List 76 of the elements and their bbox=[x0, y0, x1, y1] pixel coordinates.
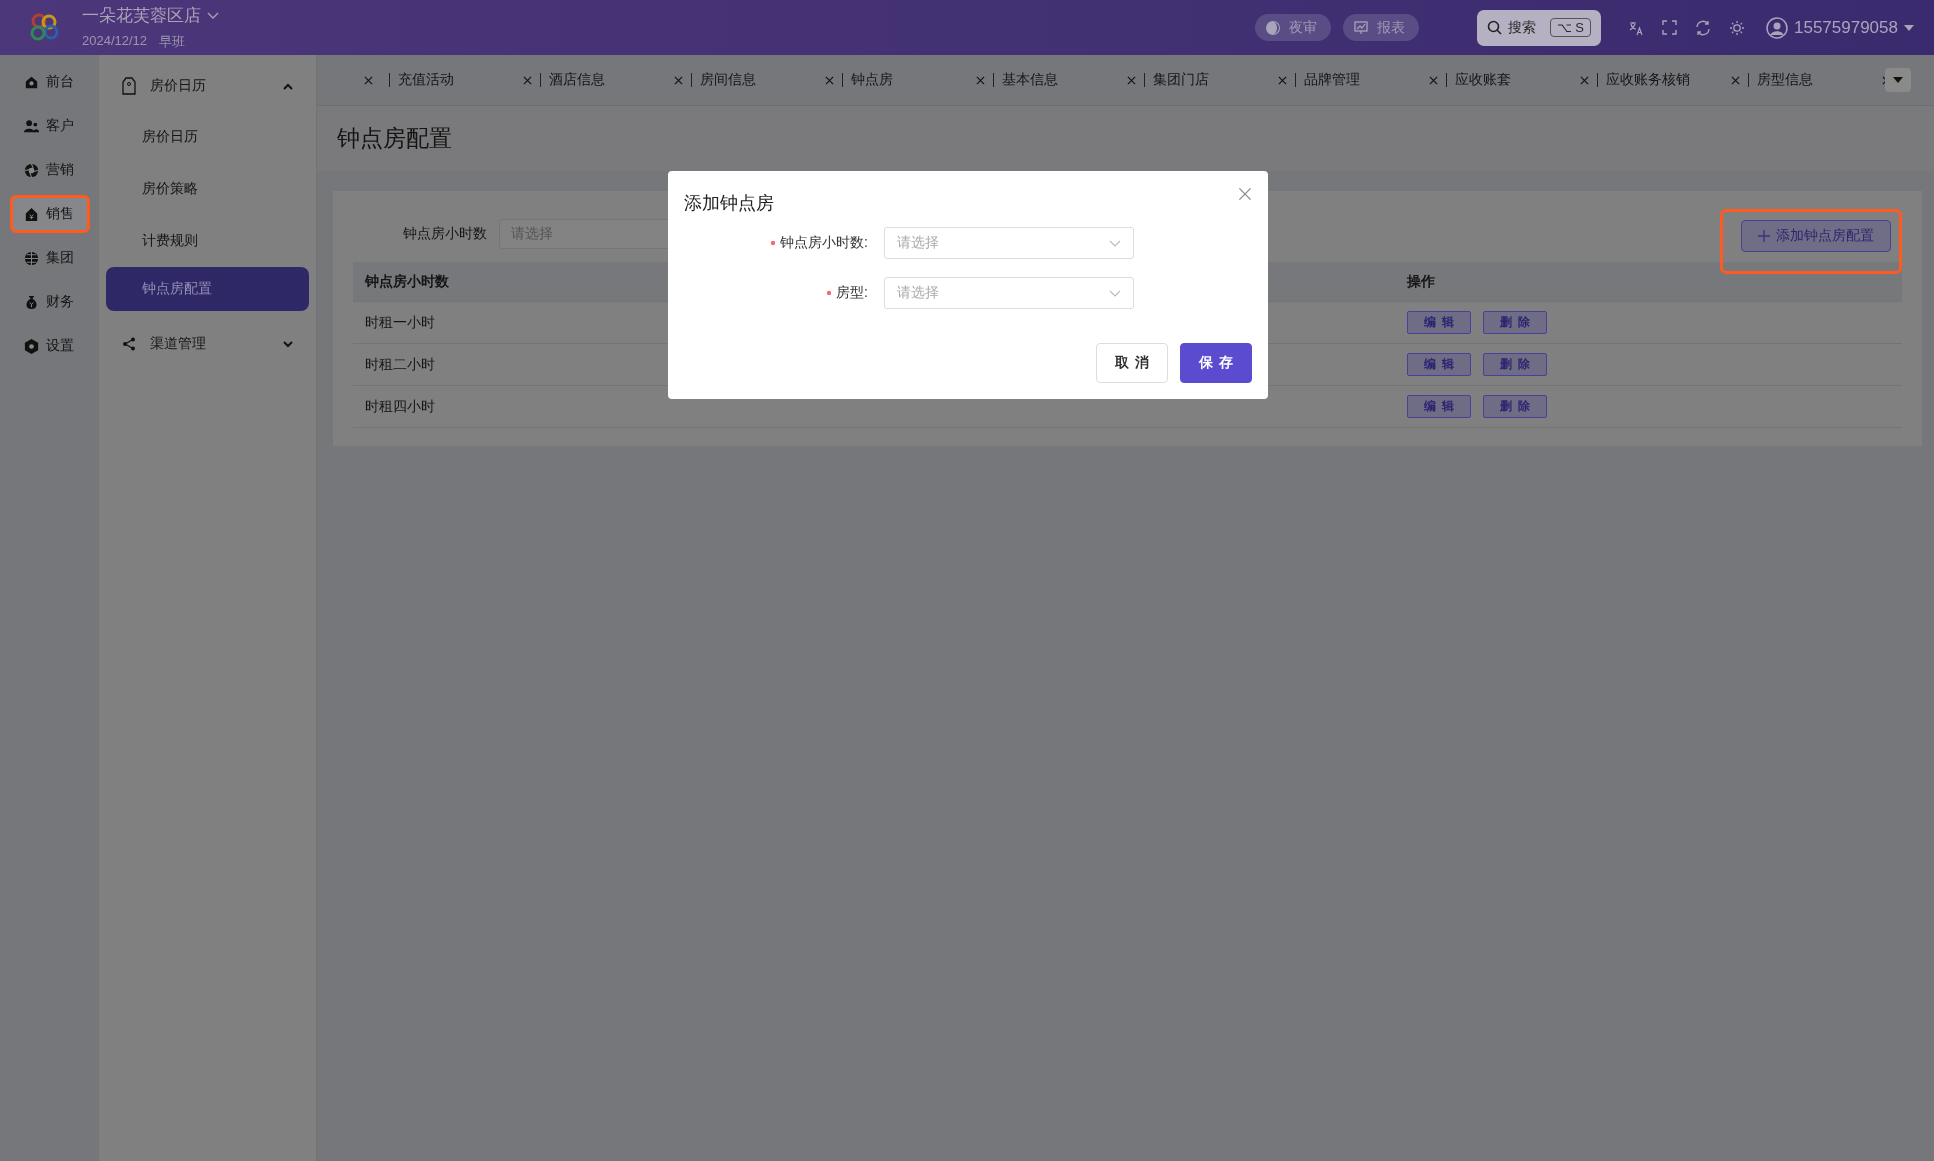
column-header: 钟点房小时数 bbox=[363, 272, 450, 291]
fullscreen-icon[interactable] bbox=[1662, 20, 1677, 35]
user-phone[interactable]: 15575979058 bbox=[1794, 17, 1898, 38]
menu-group[interactable]: 房价日历 bbox=[106, 61, 309, 111]
close-button[interactable] bbox=[1238, 187, 1252, 201]
page-tab[interactable]: 酒店信息 bbox=[549, 71, 666, 89]
add-button[interactable]: 添加钟点房配置 bbox=[1741, 220, 1891, 252]
avatar-icon[interactable] bbox=[1766, 16, 1788, 39]
table-cell-text: 时租二小时 bbox=[364, 355, 436, 374]
nav-item[interactable]: 客户 bbox=[9, 107, 90, 145]
tabs-menu-button[interactable] bbox=[1885, 68, 1911, 92]
page-title: 钟点房配置 bbox=[337, 124, 452, 153]
store-name[interactable]: 一朵花芙蓉区店 bbox=[82, 4, 201, 27]
search-label: 搜索 bbox=[1507, 18, 1536, 37]
nav-icon bbox=[22, 161, 40, 179]
shift-label: 早班 bbox=[159, 33, 186, 51]
chevron-down-icon bbox=[283, 340, 293, 348]
header-button[interactable]: 报表 bbox=[1342, 14, 1419, 41]
table-cell-text: 时租一小时 bbox=[364, 313, 436, 332]
search-icon bbox=[1486, 20, 1502, 35]
page-tab[interactable]: 充值活动 bbox=[398, 71, 515, 89]
nav-item[interactable]: 财务 bbox=[9, 283, 90, 321]
nav-item[interactable]: 设置 bbox=[9, 327, 90, 365]
plus-icon bbox=[1758, 230, 1770, 242]
nav-icon bbox=[22, 117, 40, 135]
nav-item[interactable]: 销售 bbox=[9, 195, 90, 233]
submenu-item[interactable]: 房价日历 bbox=[106, 111, 309, 163]
page-tab[interactable]: 应收账务核销 bbox=[1606, 71, 1723, 89]
submenu-item[interactable]: 房价策略 bbox=[106, 163, 309, 215]
header-button[interactable]: 夜审 bbox=[1254, 14, 1331, 41]
business-date: 2024/12/12 bbox=[82, 33, 148, 50]
dialog-title: 添加钟点房 bbox=[684, 192, 774, 215]
field-label: 房型: bbox=[836, 284, 868, 302]
tag-icon bbox=[122, 77, 136, 95]
nav-item[interactable]: 营销 bbox=[9, 151, 90, 189]
search-button[interactable]: 搜索 ⌥ S bbox=[1476, 9, 1601, 46]
chevron-down-icon bbox=[1109, 239, 1121, 247]
cancel-button[interactable]: 取消 bbox=[1096, 343, 1168, 383]
caret-down-icon[interactable] bbox=[1904, 24, 1914, 31]
page-tab[interactable]: 基本信息 bbox=[1002, 71, 1119, 89]
shortcut-key: ⌥ S bbox=[1549, 18, 1591, 37]
page-tab[interactable]: 集团门店 bbox=[1153, 71, 1270, 89]
filter-label: 钟点房小时数 bbox=[402, 225, 488, 243]
translate-icon[interactable] bbox=[1628, 19, 1644, 36]
page-tab[interactable]: 房型信息 bbox=[1757, 71, 1874, 89]
column-header: 操作 bbox=[1406, 272, 1436, 291]
submenu-item[interactable]: 钟点房配置 bbox=[106, 267, 309, 311]
nav-icon bbox=[22, 249, 40, 267]
page-tab[interactable]: 品牌管理 bbox=[1304, 71, 1421, 89]
chevron-down-icon[interactable] bbox=[207, 11, 219, 20]
page-tab[interactable]: 钟点房 bbox=[851, 71, 968, 89]
nav-item[interactable]: 前台 bbox=[9, 63, 90, 101]
share-icon bbox=[122, 337, 136, 351]
select-field[interactable]: 请选择 bbox=[884, 227, 1134, 259]
menu-group[interactable]: 渠道管理 bbox=[106, 319, 309, 369]
nav-item[interactable]: 集团 bbox=[9, 239, 90, 277]
save-button[interactable]: 保存 bbox=[1180, 343, 1252, 383]
page-tab[interactable]: 应收账套 bbox=[1455, 71, 1572, 89]
presentation-chart-icon bbox=[1352, 19, 1369, 36]
sun-icon[interactable] bbox=[1729, 19, 1745, 36]
edit-button[interactable]: 编辑 bbox=[1407, 395, 1471, 418]
delete-button[interactable]: 删除 bbox=[1483, 353, 1547, 376]
chevron-down-icon bbox=[1109, 289, 1121, 297]
chevron-up-icon bbox=[283, 82, 293, 90]
submenu-item[interactable]: 计费规则 bbox=[106, 215, 309, 267]
delete-button[interactable]: 删除 bbox=[1483, 311, 1547, 334]
caret-down-icon bbox=[1893, 77, 1903, 83]
edit-button[interactable]: 编辑 bbox=[1407, 353, 1471, 376]
moon-icon bbox=[1264, 19, 1281, 36]
select-field[interactable]: 请选择 bbox=[884, 277, 1134, 309]
delete-button[interactable]: 删除 bbox=[1483, 395, 1547, 418]
page-tab[interactable]: 房间信息 bbox=[700, 71, 817, 89]
edit-button[interactable]: 编辑 bbox=[1407, 311, 1471, 334]
refresh-icon[interactable] bbox=[1695, 19, 1711, 36]
nav-icon bbox=[22, 337, 40, 355]
table-cell-text: 时租四小时 bbox=[364, 397, 436, 416]
